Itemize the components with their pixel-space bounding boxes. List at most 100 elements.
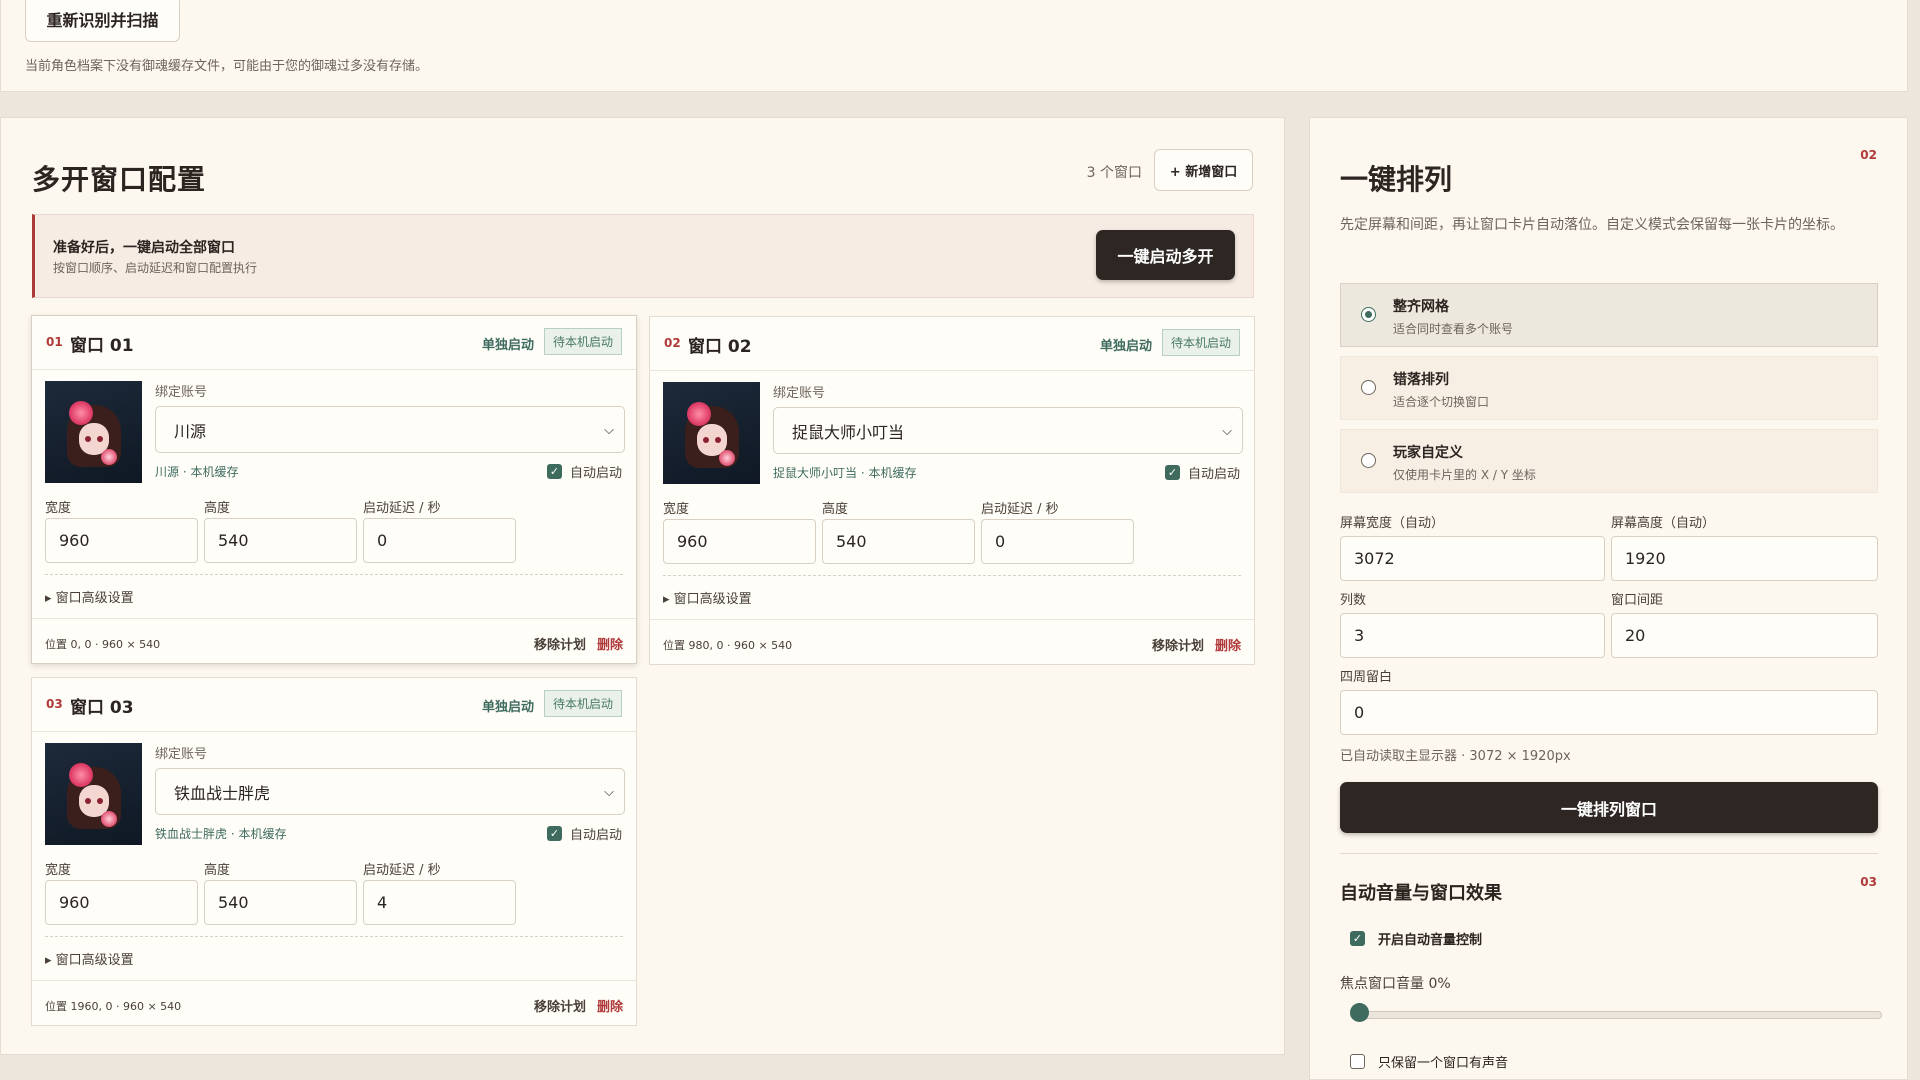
gap-input[interactable]: 20 — [1611, 613, 1878, 658]
height-label: 高度 — [204, 863, 231, 878]
divider — [45, 574, 623, 575]
add-window-button[interactable]: + 新增窗口 — [1154, 149, 1253, 191]
auto-start-toggle[interactable]: ✓ 自动启动 — [1164, 463, 1240, 482]
screen-height-label: 屏幕高度（自动） — [1611, 516, 1716, 531]
launch-banner: 准备好后，一键启动全部窗口 按窗口顺序、启动延迟和窗口配置执行 一键启动多开 — [32, 214, 1254, 298]
solo-launch-button[interactable]: 单独启动 — [482, 696, 534, 715]
focus-volume-slider[interactable] — [1350, 1011, 1882, 1019]
account-select[interactable]: 川源 ⌵ — [155, 406, 625, 453]
card-header: 01 窗口 01 单独启动 待本机启动 — [32, 316, 636, 370]
rescan-button[interactable]: 重新识别并扫描 — [25, 0, 180, 42]
solo-launch-button[interactable]: 单独启动 — [482, 334, 534, 353]
columns-input[interactable]: 3 — [1340, 613, 1605, 658]
screen-width-label: 屏幕宽度（自动） — [1340, 516, 1445, 531]
multi-window-config-panel: 多开窗口配置 3 个窗口 + 新增窗口 准备好后，一键启动全部窗口 按窗口顺序、… — [0, 117, 1285, 1055]
account-select[interactable]: 铁血战士胖虎 ⌵ — [155, 768, 625, 815]
scan-panel: 重新识别并扫描 当前角色档案下没有御魂缓存文件，可能由于您的御魂过多没有存储。 — [0, 0, 1908, 92]
advanced-settings-toggle[interactable]: ▸ 窗口高级设置 — [45, 587, 134, 606]
chevron-down-icon: ⌵ — [604, 423, 614, 438]
radio-icon[interactable] — [1361, 380, 1376, 395]
delay-label: 启动延迟 / 秒 — [363, 863, 441, 878]
remove-plan-button[interactable]: 移除计划 — [1152, 635, 1204, 654]
auto-start-toggle[interactable]: ✓ 自动启动 — [546, 462, 622, 481]
screen-note: 已自动读取主显示器 · 3072 × 1920px — [1340, 749, 1571, 764]
layout-option-custom[interactable]: 玩家自定义 仅使用卡片里的 X / Y 坐标 — [1340, 429, 1878, 493]
bind-account-label: 绑定账号 — [773, 386, 826, 401]
checkbox-checked-icon[interactable]: ✓ — [546, 826, 562, 841]
account-select[interactable]: 捉鼠大师小叮当 ⌵ — [773, 407, 1243, 454]
delay-input[interactable]: 4 — [363, 880, 516, 925]
account-meta: 川源 · 本机缓存 — [155, 465, 239, 479]
checkbox-checked-icon[interactable]: ✓ — [1350, 931, 1365, 946]
remove-plan-button[interactable]: 移除计划 — [534, 996, 586, 1015]
delete-button[interactable]: 删除 — [597, 996, 623, 1015]
margin-input[interactable]: 0 — [1340, 690, 1878, 735]
single-audio-toggle[interactable]: 只保留一个窗口有声音 — [1350, 1052, 1508, 1071]
delay-label: 启动延迟 / 秒 — [363, 501, 441, 516]
delay-input[interactable]: 0 — [363, 518, 516, 563]
height-label: 高度 — [204, 501, 231, 516]
arrange-title: 一键排列 — [1340, 163, 1453, 196]
position-text: 位置 1960, 0 · 960 × 540 — [45, 1000, 182, 1013]
screen-height-input[interactable]: 1920 — [1611, 536, 1878, 581]
layout-option-grid[interactable]: 整齐网格 适合同时查看多个账号 — [1340, 283, 1878, 347]
delete-button[interactable]: 删除 — [1215, 635, 1241, 654]
remove-plan-button[interactable]: 移除计划 — [534, 634, 586, 653]
height-input[interactable]: 540 — [204, 518, 357, 563]
card-number: 02 — [664, 336, 681, 350]
auto-start-label: 自动启动 — [569, 828, 622, 843]
banner-title: 准备好后，一键启动全部窗口 — [53, 240, 235, 256]
auto-start-toggle[interactable]: ✓ 自动启动 — [546, 824, 622, 843]
gap-label: 窗口间距 — [1611, 593, 1664, 608]
account-select-value: 捉鼠大师小叮当 — [792, 422, 905, 442]
divider — [45, 936, 623, 937]
audio-title: 自动音量与窗口效果 — [1340, 883, 1502, 904]
radio-icon[interactable] — [1361, 453, 1376, 468]
scan-note: 当前角色档案下没有御魂缓存文件，可能由于您的御魂过多没有存储。 — [25, 59, 429, 74]
card-header: 02 窗口 02 单独启动 待本机启动 — [650, 317, 1254, 371]
window-card-03: 03 窗口 03 单独启动 待本机启动 绑定账号 铁血战士胖虎 ⌵ 铁血战士胖虎… — [31, 677, 637, 1026]
solo-launch-button[interactable]: 单独启动 — [1100, 335, 1152, 354]
height-input[interactable]: 540 — [822, 519, 975, 564]
option-subtitle: 适合同时查看多个账号 — [1393, 322, 1514, 336]
chevron-down-icon: ⌵ — [1222, 424, 1232, 439]
status-badge: 待本机启动 — [544, 690, 622, 717]
banner-subtitle: 按窗口顺序、启动延迟和窗口配置执行 — [53, 261, 258, 275]
account-select-value: 川源 — [174, 421, 207, 441]
section-number: 02 — [1860, 148, 1877, 162]
position-text: 位置 980, 0 · 960 × 540 — [663, 639, 793, 652]
window-card-01: 01 窗口 01 单独启动 待本机启动 绑定账号 川源 ⌵ 川源 · 本机缓存 … — [31, 315, 637, 664]
auto-volume-toggle[interactable]: ✓ 开启自动音量控制 — [1350, 929, 1482, 948]
delay-label: 启动延迟 / 秒 — [981, 502, 1059, 517]
width-input[interactable]: 960 — [45, 880, 198, 925]
screen-width-input[interactable]: 3072 — [1340, 536, 1605, 581]
bind-account-label: 绑定账号 — [155, 747, 208, 762]
delay-input[interactable]: 0 — [981, 519, 1134, 564]
checkbox-icon[interactable] — [1350, 1054, 1365, 1069]
arrange-windows-button[interactable]: 一键排列窗口 — [1340, 782, 1878, 833]
status-badge: 待本机启动 — [544, 328, 622, 355]
card-footer: 位置 980, 0 · 960 × 540 移除计划 删除 — [650, 619, 1254, 666]
card-footer: 位置 1960, 0 · 960 × 540 移除计划 删除 — [32, 980, 636, 1027]
width-input[interactable]: 960 — [663, 519, 816, 564]
arrange-description: 先定屏幕和间距，再让窗口卡片自动落位。自定义模式会保留每一张卡片的坐标。 — [1340, 217, 1844, 233]
radio-selected-icon[interactable] — [1361, 307, 1376, 322]
advanced-settings-toggle[interactable]: ▸ 窗口高级设置 — [45, 949, 134, 968]
auto-start-label: 自动启动 — [1187, 467, 1240, 482]
card-title: 窗口 01 — [70, 336, 134, 356]
layout-option-staggered[interactable]: 错落排列 适合逐个切换窗口 — [1340, 356, 1878, 420]
window-card-02: 02 窗口 02 单独启动 待本机启动 绑定账号 捉鼠大师小叮当 ⌵ 捉鼠大师小… — [649, 316, 1255, 665]
advanced-settings-toggle[interactable]: ▸ 窗口高级设置 — [663, 588, 752, 607]
width-input[interactable]: 960 — [45, 518, 198, 563]
divider — [663, 575, 1241, 576]
checkbox-checked-icon[interactable]: ✓ — [546, 464, 562, 479]
section-number: 03 — [1860, 875, 1877, 889]
slider-handle[interactable] — [1350, 1003, 1369, 1022]
columns-label: 列数 — [1340, 593, 1367, 608]
launch-all-button[interactable]: 一键启动多开 — [1096, 230, 1235, 280]
delete-button[interactable]: 删除 — [597, 634, 623, 653]
height-input[interactable]: 540 — [204, 880, 357, 925]
position-text: 位置 0, 0 · 960 × 540 — [45, 638, 161, 651]
card-number: 03 — [46, 697, 63, 711]
checkbox-checked-icon[interactable]: ✓ — [1164, 465, 1180, 480]
